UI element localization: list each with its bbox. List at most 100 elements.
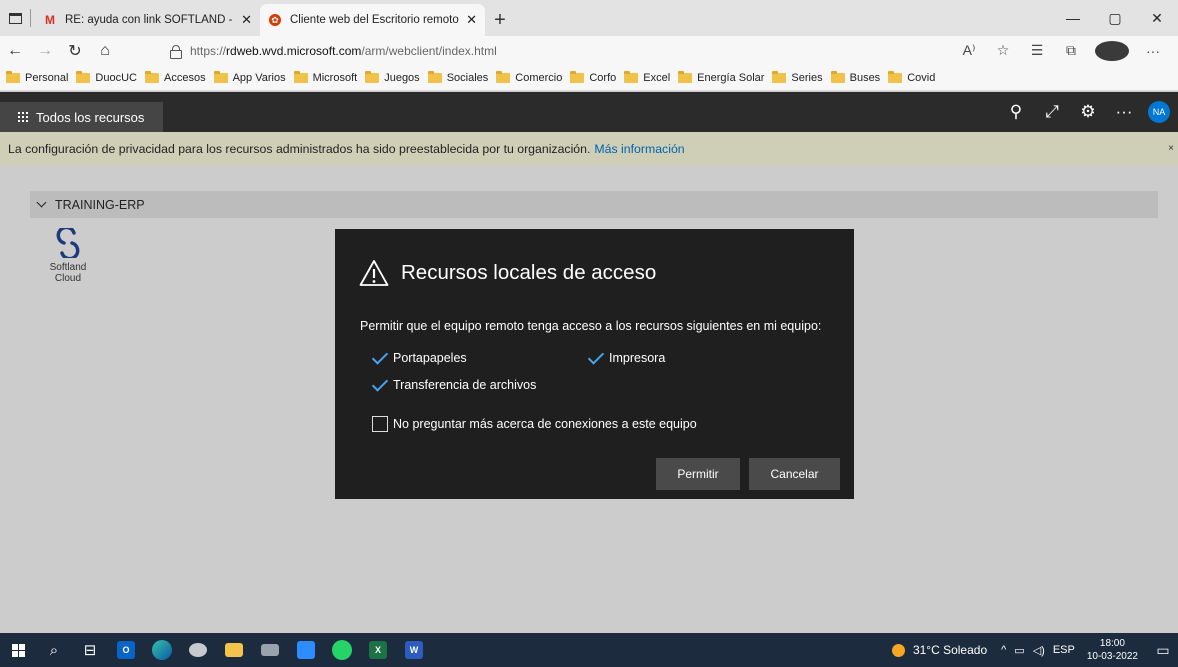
printer-label: Impresora xyxy=(609,351,666,365)
bookmark-comercio[interactable]: Comercio xyxy=(496,70,562,84)
bookmark-microsoft[interactable]: Microsoft xyxy=(293,70,357,84)
tab-actions-icon xyxy=(8,12,22,24)
address-toolbar: ← → ↻ ⌂ https://rdweb.wvd.microsoft.com/… xyxy=(0,36,1178,65)
bookmark-app-varios[interactable]: App Varios xyxy=(213,70,286,84)
bookmark-sociales[interactable]: Sociales xyxy=(427,70,488,84)
local-resources-dialog: Recursos locales de acceso Permitir que … xyxy=(335,229,854,499)
restore-button[interactable]: ▢ xyxy=(1094,0,1136,36)
windows-taskbar: ⌕ ⊟ O X W 31°C Soleado ^ ▭ ◁) ESP 18:00 … xyxy=(0,633,1178,667)
speaker-icon[interactable]: ◁) xyxy=(1033,644,1045,657)
forward-button[interactable]: → xyxy=(30,36,60,65)
bookmarks-bar: Personal DuocUC Accesos App Varios Micro… xyxy=(0,65,1178,91)
header-icons: ⚲ ⤢ ⚙ ··· NA xyxy=(998,92,1178,132)
allow-button[interactable]: Permitir xyxy=(656,458,740,490)
pin-icon[interactable]: ⚲ xyxy=(998,102,1034,122)
chevron-down-icon xyxy=(36,197,47,208)
bookmark-accesos[interactable]: Accesos xyxy=(145,70,206,84)
tab-separator xyxy=(30,9,31,27)
file-transfer-label: Transferencia de archivos xyxy=(393,378,537,392)
language-indicator[interactable]: ESP xyxy=(1053,644,1075,656)
dont-ask-checkbox[interactable]: No preguntar más acerca de conexiones a … xyxy=(372,416,697,432)
fullscreen-icon[interactable]: ⤢ xyxy=(1034,102,1070,122)
bookmark-duocuc[interactable]: DuocUC xyxy=(76,70,137,84)
settings-gear-icon[interactable]: ⚙ xyxy=(1070,102,1106,122)
browser-tab-strip: M RE: ayuda con link SOFTLAND - c ✕ ✿ Cl… xyxy=(0,0,1178,36)
checkbox-checked-icon xyxy=(372,350,388,366)
file-explorer-icon[interactable] xyxy=(216,633,252,667)
tab-remote-desktop[interactable]: ✿ Cliente web del Escritorio remoto ✕ xyxy=(260,4,485,36)
clipboard-label: Portapapeles xyxy=(393,351,467,365)
cancel-button[interactable]: Cancelar xyxy=(749,458,840,490)
notifications-icon[interactable]: ▭ xyxy=(1148,642,1178,659)
tab-gmail[interactable]: M RE: ayuda con link SOFTLAND - c ✕ xyxy=(35,4,260,36)
edge-icon[interactable] xyxy=(144,633,180,667)
bookmark-juegos[interactable]: Juegos xyxy=(365,70,420,84)
dialog-title: Recursos locales de acceso xyxy=(359,259,656,287)
windows-logo-icon xyxy=(11,643,25,657)
close-window-button[interactable]: ✕ xyxy=(1136,0,1178,36)
new-tab-button[interactable]: + xyxy=(485,4,515,36)
scanner-icon[interactable] xyxy=(252,633,288,667)
clock[interactable]: 18:00 10-03-2022 xyxy=(1087,637,1138,663)
favorites-icon[interactable]: ☰ xyxy=(1020,42,1054,59)
menu-icon[interactable]: ··· xyxy=(1136,43,1170,59)
more-info-link[interactable]: Más información xyxy=(594,142,684,156)
resource-softland-cloud[interactable]: Softland Cloud xyxy=(40,228,96,284)
read-aloud-icon[interactable]: A⁾ xyxy=(952,42,986,59)
more-options-icon[interactable]: ··· xyxy=(1106,102,1142,122)
folder-icon xyxy=(496,70,511,83)
group-name: TRAINING-ERP xyxy=(55,197,145,212)
whatsapp-icon[interactable] xyxy=(324,633,360,667)
paint-icon[interactable] xyxy=(180,633,216,667)
collections-icon[interactable]: ⧉ xyxy=(1054,42,1088,59)
favorite-star-icon[interactable]: ☆ xyxy=(986,42,1020,59)
all-resources-tab[interactable]: Todos los recursos xyxy=(0,102,163,132)
profile-avatar[interactable] xyxy=(1095,40,1129,61)
clock-time: 18:00 xyxy=(1099,638,1125,649)
folder-icon xyxy=(830,70,845,83)
folder-icon xyxy=(213,70,228,83)
folder-icon xyxy=(570,70,585,83)
tab-close-icon[interactable]: ✕ xyxy=(241,12,252,28)
dont-ask-label: No preguntar más acerca de conexiones a … xyxy=(393,417,697,431)
resource-label-line1: Softland xyxy=(49,262,87,273)
outlook-icon[interactable]: O xyxy=(108,633,144,667)
folder-icon xyxy=(427,70,442,83)
start-button[interactable] xyxy=(0,633,36,667)
bookmark-energia-solar[interactable]: Energía Solar xyxy=(678,70,764,84)
resource-label-line2: Cloud xyxy=(54,273,82,284)
network-icon[interactable]: ▭ xyxy=(1014,644,1024,657)
tab-close-icon[interactable]: ✕ xyxy=(466,12,477,28)
file-transfer-checkbox[interactable]: Transferencia de archivos xyxy=(372,377,536,393)
clipboard-checkbox[interactable]: Portapapeles xyxy=(372,350,467,366)
tab-actions-button[interactable] xyxy=(0,0,30,36)
printer-checkbox[interactable]: Impresora xyxy=(588,350,665,366)
bookmark-personal[interactable]: Personal xyxy=(6,70,68,84)
word-icon[interactable]: W xyxy=(396,633,432,667)
address-bar[interactable]: https://rdweb.wvd.microsoft.com/arm/webc… xyxy=(170,39,970,62)
close-info-icon[interactable]: × xyxy=(1168,143,1174,154)
back-button[interactable]: ← xyxy=(0,36,30,65)
folder-icon xyxy=(888,70,903,83)
system-tray: 31°C Soleado ^ ▭ ◁) ESP 18:00 10-03-2022… xyxy=(891,633,1178,667)
bookmark-corfo[interactable]: Corfo xyxy=(570,70,616,84)
bookmark-covid[interactable]: Covid xyxy=(888,70,935,84)
app-header: Todos los recursos ⚲ ⤢ ⚙ ··· NA xyxy=(0,92,1178,132)
dialog-description: Permitir que el equipo remoto tenga acce… xyxy=(360,319,822,333)
zoom-icon[interactable] xyxy=(288,633,324,667)
folder-icon xyxy=(145,70,159,83)
task-view-icon[interactable]: ⊟ xyxy=(72,633,108,667)
minimize-button[interactable]: — xyxy=(1052,0,1094,36)
chevron-up-icon[interactable]: ^ xyxy=(1001,644,1006,656)
bookmark-buses[interactable]: Buses xyxy=(830,70,880,84)
search-icon[interactable]: ⌕ xyxy=(36,633,72,667)
bookmark-excel[interactable]: Excel xyxy=(624,70,670,84)
user-avatar[interactable]: NA xyxy=(1148,101,1170,123)
warning-icon xyxy=(359,260,389,286)
reload-button[interactable]: ↻ xyxy=(60,36,90,65)
resource-group-header[interactable]: TRAINING-ERP xyxy=(30,191,1158,218)
home-button[interactable]: ⌂ xyxy=(90,36,120,65)
excel-icon[interactable]: X xyxy=(360,633,396,667)
bookmark-series[interactable]: Series xyxy=(772,70,823,84)
weather-text[interactable]: 31°C Soleado xyxy=(913,643,987,657)
